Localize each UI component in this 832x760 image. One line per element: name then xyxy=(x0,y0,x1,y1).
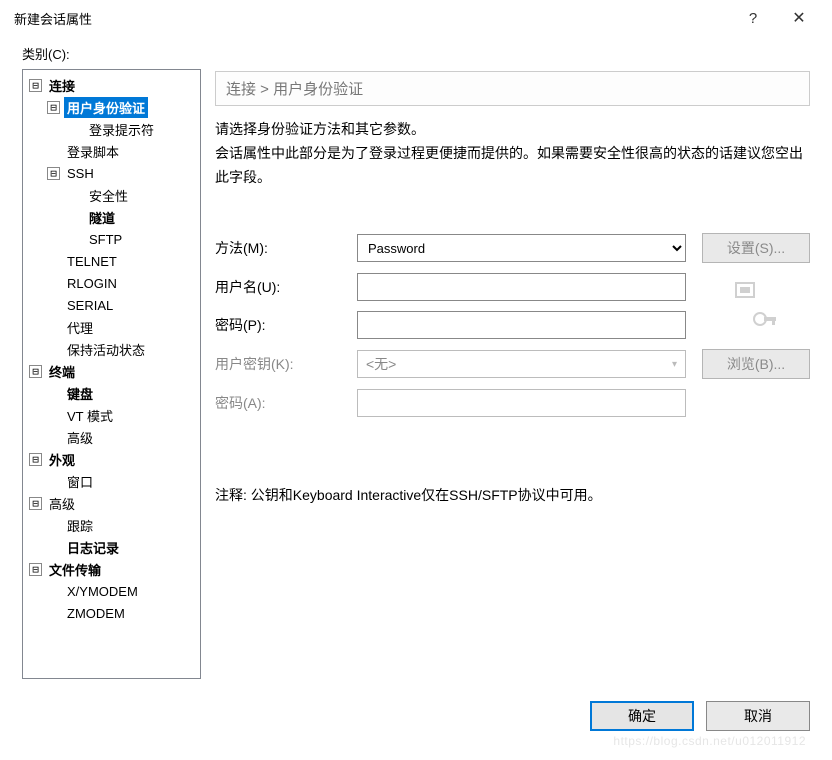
browse-button: 浏览(B)... xyxy=(702,349,810,379)
tree-toggle-file-transfer[interactable]: ⊟ xyxy=(29,563,42,576)
tree-item-ssh[interactable]: SSH xyxy=(64,165,97,182)
tree-item-telnet[interactable]: TELNET xyxy=(64,253,120,270)
username-label: 用户名(U): xyxy=(215,277,357,297)
settings-button: 设置(S)... xyxy=(702,233,810,263)
desc-line1: 请选择身份验证方法和其它参数。 xyxy=(215,118,810,142)
tree-toggle-terminal[interactable]: ⊟ xyxy=(29,365,42,378)
tree-item-appearance[interactable]: 外观 xyxy=(46,449,78,470)
tree-toggle-ssh[interactable]: ⊟ xyxy=(47,167,60,180)
key-icon-tail xyxy=(702,311,810,339)
watermark: https://blog.csdn.net/u012011912 xyxy=(613,734,806,748)
close-button[interactable]: ✕ xyxy=(776,3,822,33)
password-label: 密码(P): xyxy=(215,315,357,335)
description: 请选择身份验证方法和其它参数。 会话属性中此部分是为了登录过程更便捷而提供的。如… xyxy=(215,118,810,189)
userkey-value: <无> xyxy=(366,354,396,374)
tree-toggle-connection[interactable]: ⊟ xyxy=(29,79,42,92)
userkey-label: 用户密钥(K): xyxy=(215,354,357,374)
tree-item-trace[interactable]: 跟踪 xyxy=(64,515,96,536)
tree-item-xymodem[interactable]: X/YMODEM xyxy=(64,583,141,600)
help-button[interactable]: ? xyxy=(730,3,776,33)
tree-item-connection[interactable]: 连接 xyxy=(46,75,78,96)
note-text: 注释: 公钥和Keyboard Interactive仅在SSH/SFTP协议中… xyxy=(215,485,810,505)
tree-item-login-script[interactable]: 登录脚本 xyxy=(64,141,122,162)
tree-item-window[interactable]: 窗口 xyxy=(64,471,96,492)
tree-item-zmodem[interactable]: ZMODEM xyxy=(64,605,128,622)
tree-item-advanced-term[interactable]: 高级 xyxy=(64,427,96,448)
settings-panel: 连接 > 用户身份验证 请选择身份验证方法和其它参数。 会话属性中此部分是为了登… xyxy=(215,69,810,679)
tree-item-rlogin[interactable]: RLOGIN xyxy=(64,275,120,292)
chevron-down-icon: ▾ xyxy=(672,359,677,370)
ok-button[interactable]: 确定 xyxy=(590,701,694,731)
password-input[interactable] xyxy=(357,311,686,339)
titlebar: 新建会话属性 ? ✕ xyxy=(0,0,832,36)
desc-line2: 会话属性中此部分是为了登录过程更便捷而提供的。如果需要安全性很高的状态的话建议您… xyxy=(215,142,810,190)
method-label: 方法(M): xyxy=(215,238,357,258)
tree-item-keyboard[interactable]: 键盘 xyxy=(64,383,96,404)
tree-item-auth[interactable]: 用户身份验证 xyxy=(64,97,148,118)
category-tree[interactable]: ⊟ 连接 ⊟ 用户身份验证 登录提示符 xyxy=(22,69,201,679)
tree-item-tunnel[interactable]: 隧道 xyxy=(86,207,118,228)
tree-item-file-transfer[interactable]: 文件传输 xyxy=(46,559,104,580)
breadcrumb: 连接 > 用户身份验证 xyxy=(215,71,810,106)
category-label: 类别(C): xyxy=(22,44,810,63)
username-input[interactable] xyxy=(357,273,686,301)
method-select[interactable]: Password xyxy=(357,234,686,262)
tree-toggle-auth[interactable]: ⊟ xyxy=(47,101,60,114)
key-icon xyxy=(702,273,810,301)
tree-item-keepalive[interactable]: 保持活动状态 xyxy=(64,339,148,360)
tree-toggle-appearance[interactable]: ⊟ xyxy=(29,453,42,466)
tree-item-advanced[interactable]: 高级 xyxy=(46,493,78,514)
userkey-select: <无> ▾ xyxy=(357,350,686,378)
tree-item-sftp[interactable]: SFTP xyxy=(86,231,125,248)
keypass-input xyxy=(357,389,686,417)
keypass-label: 密码(A): xyxy=(215,393,357,413)
cancel-button[interactable]: 取消 xyxy=(706,701,810,731)
window-title: 新建会话属性 xyxy=(14,9,730,28)
tree-item-logging[interactable]: 日志记录 xyxy=(64,537,122,558)
tree-item-serial[interactable]: SERIAL xyxy=(64,297,116,314)
tree-item-security[interactable]: 安全性 xyxy=(86,185,131,206)
tree-toggle-advanced[interactable]: ⊟ xyxy=(29,497,42,510)
tree-item-terminal[interactable]: 终端 xyxy=(46,361,78,382)
tree-item-vt-mode[interactable]: VT 模式 xyxy=(64,405,116,426)
tree-item-login-prompt[interactable]: 登录提示符 xyxy=(86,119,157,140)
dialog-buttons: 确定 取消 xyxy=(0,689,832,731)
tree-item-proxy[interactable]: 代理 xyxy=(64,317,96,338)
